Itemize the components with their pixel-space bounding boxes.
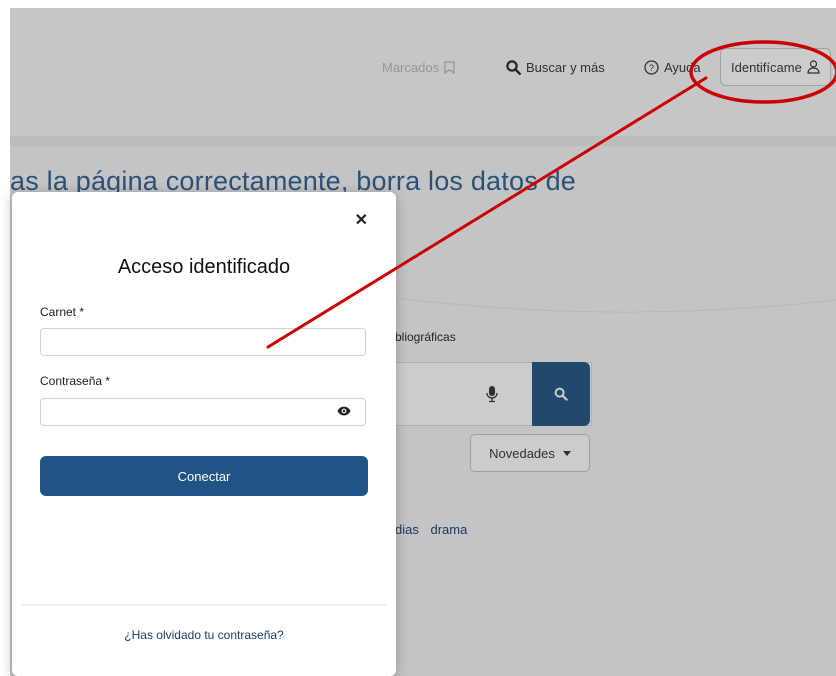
annotation-overlay xyxy=(266,40,836,349)
annotation-highlight-circle xyxy=(689,40,836,104)
annotation-arrow-line xyxy=(266,76,708,349)
